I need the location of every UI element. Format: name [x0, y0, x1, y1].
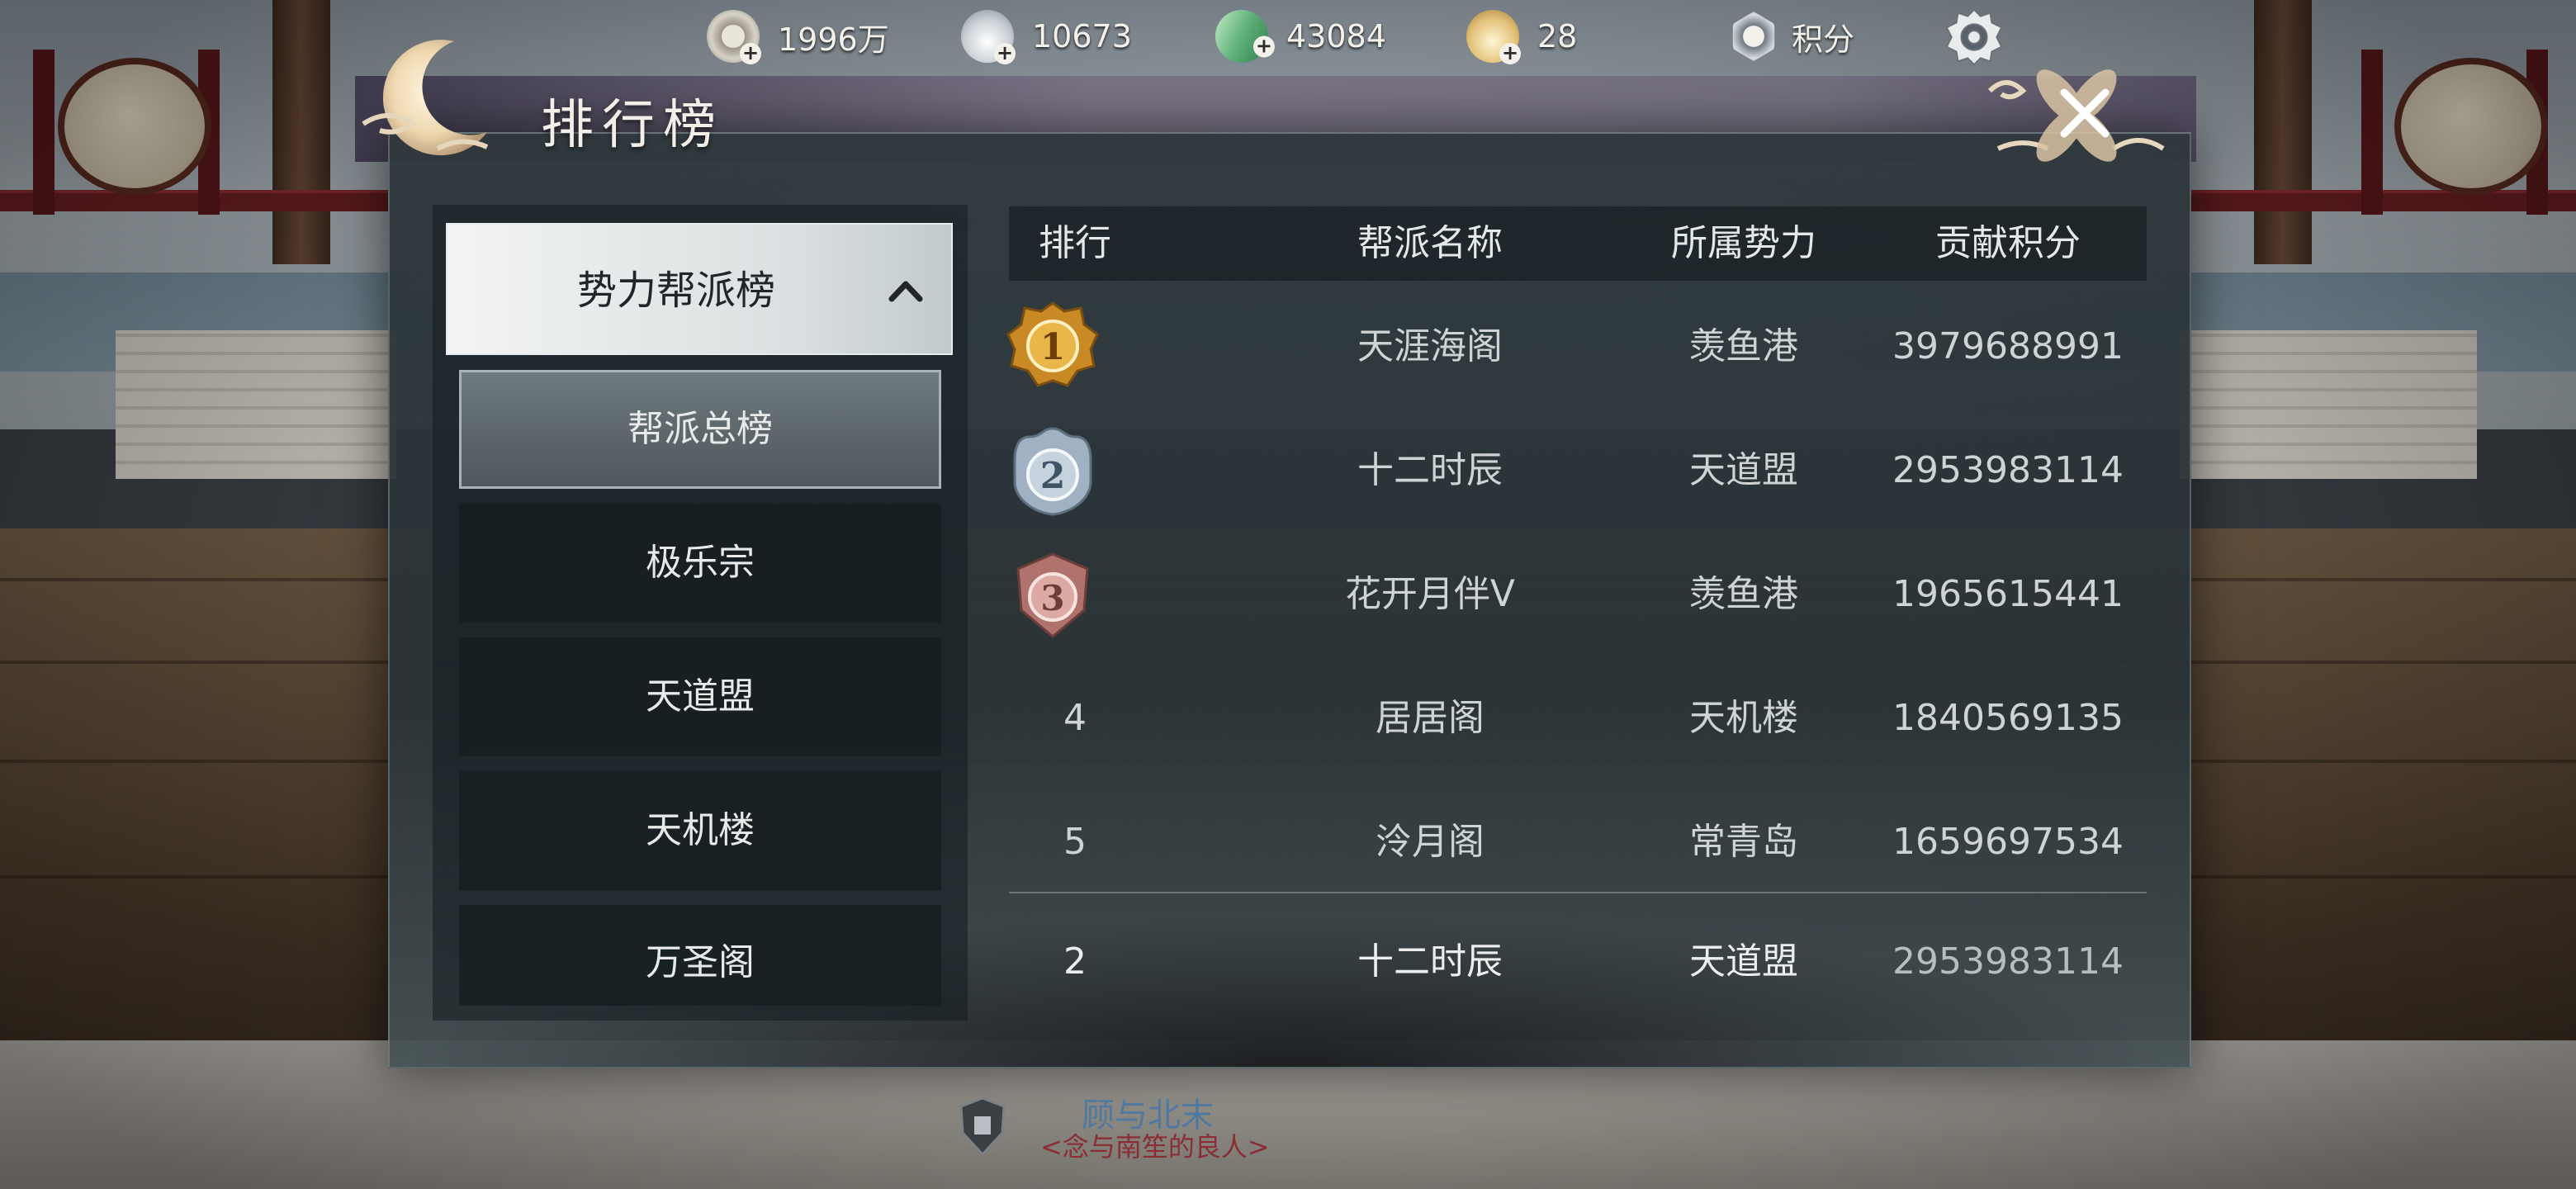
table-header: 排行 帮派名称 所属势力 贡献积分 — [1009, 206, 2147, 281]
guild-name: 十二时辰 — [1357, 449, 1503, 491]
my-guild-row[interactable]: 2 十二时辰 天道盟 2953983114 — [1009, 900, 2147, 1024]
guild-faction: 羡鱼港 — [1689, 573, 1798, 615]
currency-jade[interactable]: + 43084 — [1207, 2, 1386, 71]
gold-value: 28 — [1537, 18, 1578, 54]
guild-name: 花开月伴ᐯ — [1344, 573, 1516, 615]
score-button[interactable]: 积分 — [1731, 12, 1854, 61]
coin-value: 1996万 — [778, 21, 889, 58]
category-header-label: 势力帮派榜 — [576, 268, 775, 314]
my-guild-rank: 2 — [1063, 940, 1087, 983]
sidebar-item-label: 帮派总榜 — [627, 408, 773, 450]
guild-name: 天涯海阁 — [1357, 325, 1503, 367]
sidebar-item-all-guilds[interactable]: 帮派总榜 — [459, 370, 941, 489]
guild-rank: 5 — [1063, 821, 1087, 863]
guild-score: 1965615441 — [1892, 573, 2124, 615]
player-nameplate: 顾与北末 <念与南笙的良人> — [958, 1082, 1305, 1172]
guild-name: 泠月阁 — [1376, 821, 1485, 863]
table-row[interactable]: 5 泠月阁 常青岛 1659697534 — [1009, 780, 2147, 904]
sidebar-item-wanshengge[interactable]: 万圣阁 — [459, 905, 941, 1006]
svg-text:2: 2 — [1040, 455, 1066, 497]
player-title: <念与南笙的良人> — [1040, 1131, 1270, 1163]
table-row[interactable]: 4 居居阁 天机楼 1840569135 — [1009, 656, 2147, 780]
score-shield-icon — [1732, 12, 1775, 61]
crescent-moon-icon — [362, 40, 489, 156]
guild-name: 居居阁 — [1376, 697, 1485, 739]
silver-medal-icon: 2 — [1013, 427, 1092, 516]
guild-faction: 天道盟 — [1689, 449, 1798, 491]
close-icon[interactable] — [2048, 76, 2122, 150]
coin-reel-icon: + — [707, 10, 761, 64]
category-header-faction-guild[interactable]: 势力帮派榜 — [446, 223, 953, 355]
header-contribution: 贡献积分 — [1935, 222, 2081, 264]
sidebar-item-label: 极乐宗 — [646, 542, 755, 584]
chevron-up-icon — [888, 281, 923, 302]
ranking-table: 排行 帮派名称 所属势力 贡献积分 1 天涯海阁 羡鱼港 3979688991 … — [1006, 206, 2147, 1024]
sidebar-item-label: 天道盟 — [646, 675, 755, 718]
sidebar-item-tiandaomeng[interactable]: 天道盟 — [459, 637, 941, 756]
guild-score: 1659697534 — [1892, 821, 2124, 863]
guild-score: 3979688991 — [1892, 325, 2124, 367]
sidebar-item-tianjilou[interactable]: 天机楼 — [459, 771, 941, 890]
gold-ingot-icon: + — [1466, 10, 1521, 64]
silver-value: 10673 — [1032, 18, 1132, 54]
svg-text:1: 1 — [1040, 326, 1066, 368]
my-guild-name: 十二时辰 — [1357, 940, 1503, 983]
currency-coin[interactable]: + 1996万 — [707, 10, 889, 64]
table-row[interactable]: 1 天涯海阁 羡鱼港 3979688991 — [1006, 285, 2147, 409]
jade-value: 43084 — [1286, 18, 1386, 54]
bronze-medal-icon: 3 — [1016, 552, 1089, 638]
guild-score: 2953983114 — [1892, 449, 2124, 491]
guild-faction: 天机楼 — [1689, 697, 1798, 739]
currency-silver[interactable]: + 10673 — [961, 10, 1132, 64]
currency-gold[interactable]: + 28 — [1466, 10, 1578, 64]
svg-text:3: 3 — [1040, 578, 1064, 618]
table-divider — [1009, 892, 2147, 893]
table-row[interactable]: 3 花开月伴ᐯ 羡鱼港 1965615441 — [1009, 533, 2147, 656]
window-title: 排行榜 — [541, 95, 724, 156]
guild-faction: 常青岛 — [1689, 821, 1798, 863]
guild-rank: 4 — [1063, 697, 1087, 739]
guild-emblem-icon — [959, 1097, 1006, 1156]
header-faction: 所属势力 — [1671, 222, 1816, 264]
sidebar-item-label: 万圣阁 — [646, 941, 755, 983]
header-guild-name: 帮派名称 — [1357, 222, 1503, 264]
my-guild-score: 2953983114 — [1892, 940, 2124, 983]
my-guild-faction: 天道盟 — [1689, 940, 1798, 983]
guild-faction: 羡鱼港 — [1689, 325, 1798, 367]
jade-icon: + — [1207, 2, 1276, 71]
guild-score: 1840569135 — [1892, 697, 2124, 739]
gold-medal-icon: 1 — [1006, 301, 1099, 387]
header-rank: 排行 — [1039, 222, 1111, 264]
silver-ingot-icon: + — [961, 10, 1016, 64]
sidebar-item-jileizong[interactable]: 极乐宗 — [459, 504, 941, 623]
table-row[interactable]: 2 十二时辰 天道盟 2953983114 — [1009, 409, 2147, 533]
sidebar-item-label: 天机楼 — [646, 809, 755, 851]
score-label: 积分 — [1792, 21, 1855, 58]
